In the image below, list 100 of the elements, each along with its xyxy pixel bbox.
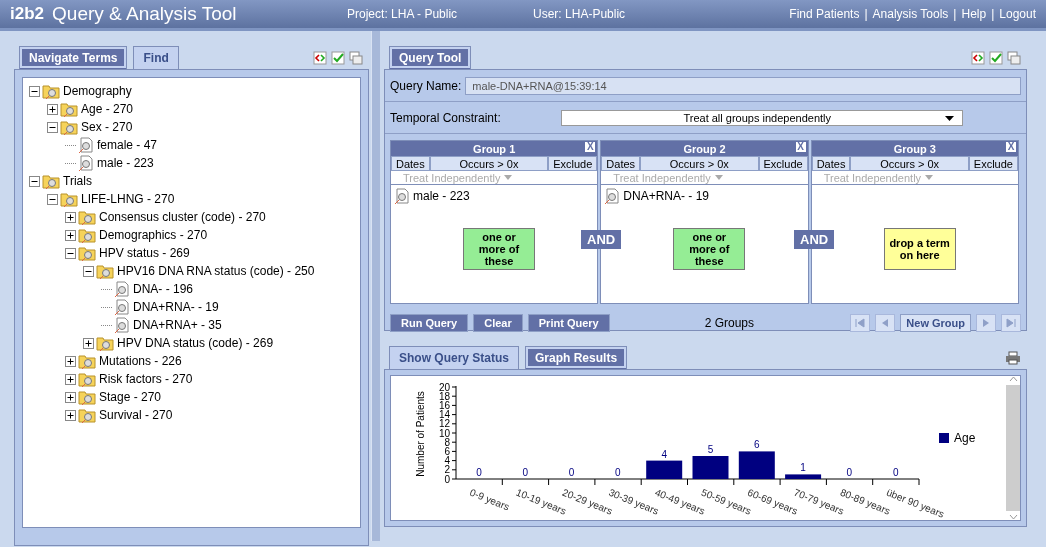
dates-button[interactable]: Dates (601, 156, 641, 171)
query-button[interactable]: Run Query (390, 314, 469, 332)
folder-icon (78, 245, 96, 261)
folder-icon (42, 83, 60, 99)
tree-item[interactable]: HPV DNA status (code) - 269 (117, 336, 274, 350)
code-icon[interactable] (313, 51, 327, 65)
expand-toggle[interactable] (65, 409, 76, 421)
exclude-button[interactable]: Exclude (548, 156, 598, 171)
panel-tab[interactable]: Navigate Terms (19, 46, 128, 69)
folder-icon (78, 407, 96, 423)
print-icon[interactable] (1005, 351, 1021, 365)
caret-icon (504, 175, 513, 180)
query-button[interactable]: Print Query (527, 314, 610, 332)
group-title: Group 1 (473, 142, 516, 155)
tree-item[interactable]: Age - 270 (81, 102, 134, 116)
expand-toggle[interactable] (65, 229, 76, 241)
panel-tab[interactable]: Find (133, 46, 179, 69)
and-connector[interactable]: AND (581, 230, 622, 249)
tree-item[interactable]: Risk factors - 270 (99, 372, 193, 386)
y-tick-label: 14 (438, 409, 450, 421)
tree-item[interactable]: Survival - 270 (99, 408, 173, 422)
query-name-field[interactable]: male-DNA+RNA@15:39:14 (465, 77, 1021, 95)
exclude-button[interactable]: Exclude (968, 156, 1018, 171)
panel-tab[interactable]: Query Tool (389, 46, 472, 69)
checklist-icon[interactable] (989, 51, 1003, 65)
exclude-button[interactable]: Exclude (758, 156, 808, 171)
checklist-icon[interactable] (331, 51, 345, 65)
expand-toggle[interactable] (47, 103, 58, 115)
expand-toggle[interactable] (65, 247, 76, 259)
expand-toggle[interactable] (29, 175, 40, 187)
tree-item[interactable]: female - 47 (97, 138, 158, 152)
close-button[interactable]: X (795, 142, 806, 152)
y-tick-label: 18 (438, 390, 450, 402)
new-group-button[interactable]: New Group (900, 314, 971, 332)
expand-toggle[interactable] (65, 391, 76, 403)
expand-toggle[interactable] (83, 337, 94, 349)
temporal-constraint-dropdown[interactable]: Treat all groups independently (560, 110, 963, 126)
tree-item[interactable]: Trials (63, 174, 92, 188)
folder-icon (60, 101, 78, 117)
expand-toggle[interactable] (65, 355, 76, 367)
expand-toggle[interactable] (65, 211, 76, 223)
expand-toggle[interactable] (47, 193, 58, 205)
scrollbar-thumb[interactable] (1006, 385, 1020, 511)
tree-item[interactable]: Stage - 270 (99, 390, 162, 404)
group-term[interactable]: DNA+RNA- - 19 (623, 189, 709, 203)
data-label: 0 (522, 467, 529, 478)
y-tick-label: 12 (438, 418, 450, 430)
tree-item[interactable]: Demography (63, 84, 132, 98)
folder-icon (60, 119, 78, 135)
and-connector[interactable]: AND (794, 230, 835, 249)
close-button[interactable]: X (1006, 142, 1016, 152)
dates-button[interactable]: Dates (811, 156, 851, 171)
bar (785, 474, 822, 479)
tree-item[interactable]: HPV16 DNA RNA status (code) - 250 (117, 264, 315, 278)
group-title: Group 2 (683, 142, 726, 155)
scrollbar[interactable] (1006, 375, 1021, 521)
y-tick-label: 20 (438, 381, 450, 393)
header-link[interactable]: Logout (999, 7, 1036, 21)
header-link[interactable]: Analysis Tools (872, 7, 949, 21)
tree-item[interactable]: HPV status - 269 (99, 246, 190, 260)
dates-button[interactable]: Dates (391, 156, 430, 171)
drop-hint: drop a term on here (883, 228, 956, 270)
back-icon (880, 318, 891, 328)
tree-item[interactable]: Consensus cluster (code) - 270 (99, 210, 266, 224)
bar (738, 451, 775, 479)
link-separator: | (953, 7, 957, 21)
group-count: 2 Groups (704, 316, 755, 330)
occurs-button[interactable]: Occurs > 0x (850, 156, 969, 171)
document-icon (114, 317, 130, 333)
user-label: User: LHA-Public (533, 7, 627, 21)
tree-item[interactable]: Demographics - 270 (99, 228, 208, 242)
results-tab[interactable]: Show Query Status (389, 346, 520, 369)
data-label: 5 (707, 444, 714, 455)
code-icon[interactable] (971, 51, 985, 65)
tree-item[interactable]: Mutations - 226 (99, 354, 182, 368)
expand-toggle[interactable] (83, 265, 94, 277)
tree-item[interactable]: DNA+RNA- - 19 (133, 300, 219, 314)
windows-icon[interactable] (1007, 51, 1021, 65)
expand-toggle[interactable] (47, 121, 58, 133)
expand-toggle[interactable] (65, 373, 76, 385)
query-button[interactable]: Clear (473, 314, 523, 332)
occurs-button[interactable]: Occurs > 0x (640, 156, 759, 171)
app-title: Query & Analysis Tool (52, 3, 238, 25)
data-label: 6 (754, 439, 760, 451)
header-link[interactable]: Find Patients (789, 7, 860, 21)
y-tick-label: 10 (438, 427, 450, 439)
expand-toggle[interactable] (29, 85, 40, 97)
y-axis-label: Number of Patients (415, 391, 426, 477)
occurs-button[interactable]: Occurs > 0x (429, 156, 549, 171)
group-term[interactable]: male - 223 (413, 189, 470, 203)
windows-icon[interactable] (349, 51, 363, 65)
folder-icon (42, 173, 60, 189)
tree-item[interactable]: Sex - 270 (81, 120, 133, 134)
tree-item[interactable]: male - 223 (97, 156, 154, 170)
tree-item[interactable]: DNA+RNA+ - 35 (133, 318, 222, 332)
tree-item[interactable]: LIFE-LHNG - 270 (81, 192, 175, 206)
close-button[interactable]: X (585, 142, 596, 152)
header-link[interactable]: Help (961, 7, 987, 21)
results-tab[interactable]: Graph Results (525, 346, 628, 369)
tree-item[interactable]: DNA- - 196 (133, 282, 194, 296)
